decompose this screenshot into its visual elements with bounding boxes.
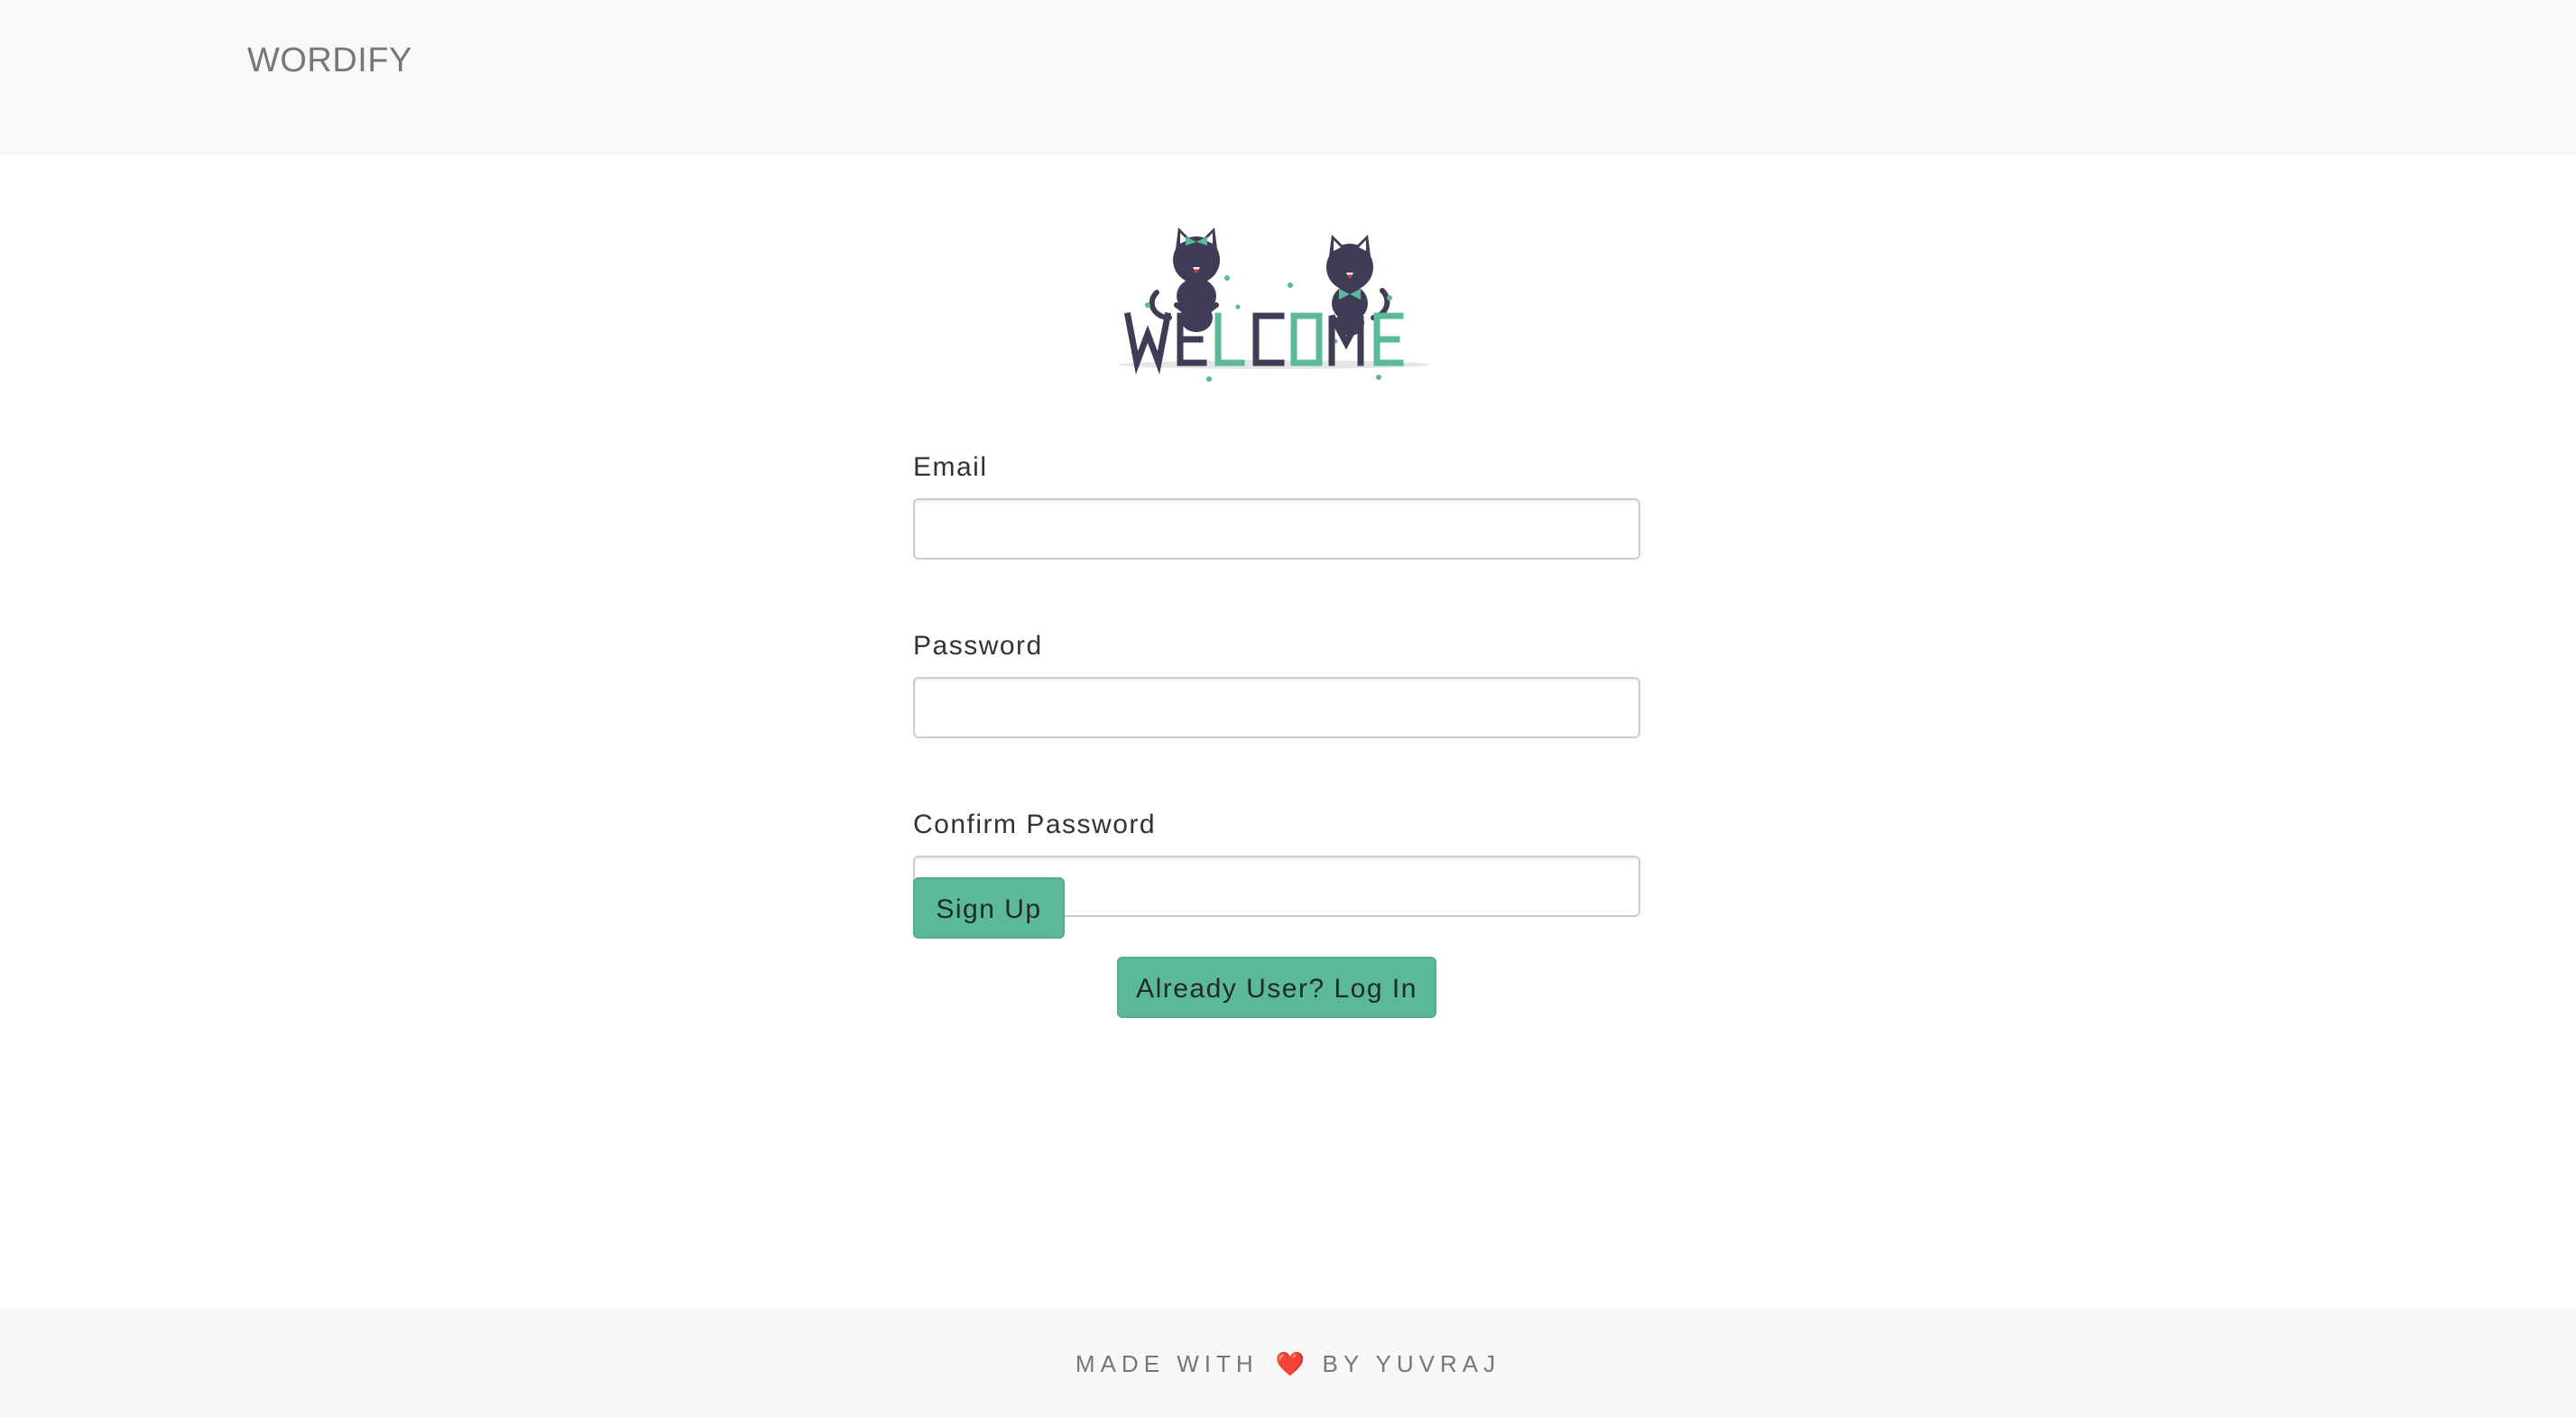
- welcome-illustration: [1119, 227, 1429, 382]
- password-label: Password: [913, 631, 1043, 661]
- heart-icon: ❤️: [1275, 1350, 1306, 1377]
- footer-credit: MADE WITH ❤️ BY YUVRAJ: [0, 1350, 2576, 1378]
- confirm-password-label: Confirm Password: [913, 810, 1157, 839]
- welcome-lettering: [1123, 311, 1404, 375]
- footer-suffix: BY YUVRAJ: [1322, 1350, 1501, 1377]
- sign-up-button[interactable]: Sign Up: [913, 877, 1065, 939]
- log-in-button[interactable]: Already User? Log In: [1117, 957, 1436, 1018]
- footer: MADE WITH ❤️ BY YUVRAJ: [0, 1309, 2576, 1417]
- page: WORDIFY Email Password Confirm Password …: [0, 0, 2576, 1417]
- brand-link[interactable]: WORDIFY: [247, 42, 412, 80]
- password-input[interactable]: [913, 677, 1640, 738]
- footer-prefix: MADE WITH: [1075, 1350, 1259, 1377]
- email-label: Email: [913, 452, 988, 482]
- navbar: WORDIFY: [0, 0, 2576, 155]
- email-input[interactable]: [913, 498, 1640, 560]
